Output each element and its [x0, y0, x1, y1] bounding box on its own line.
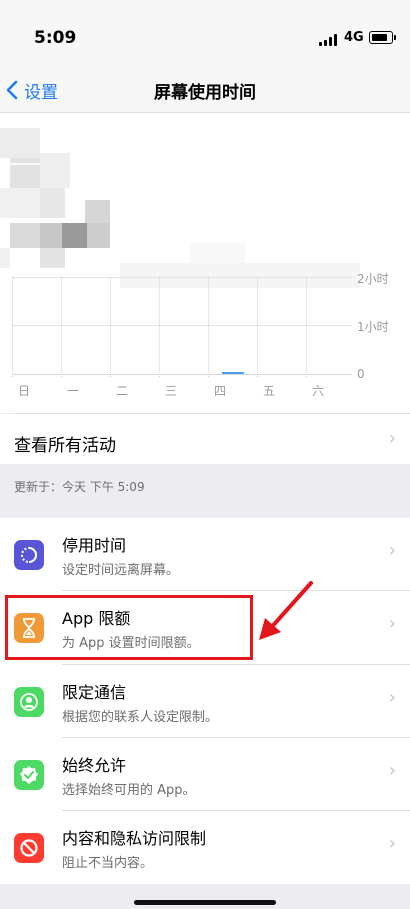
grid-line [61, 277, 63, 377]
grid-line [208, 277, 210, 377]
y-tick-label: 2小时 [357, 272, 389, 286]
cellular-signal-icon [319, 34, 339, 46]
usage-bar-thursday [222, 372, 244, 374]
downtime-row[interactable]: 停用时间 设定时间远离屏幕。 › [0, 518, 410, 591]
app-limits-row[interactable]: App 限额 为 App 设置时间限额。 › [0, 591, 410, 665]
communication-limits-row[interactable]: 限定通信 根据您的联系人设定限制。 › [0, 665, 410, 738]
communication-limits-subtitle: 根据您的联系人设定限制。 [62, 710, 219, 725]
grid-line [257, 277, 259, 377]
updated-timestamp: 更新于：今天 下午 5:09 [14, 480, 145, 494]
status-bar: 5:09 4G [0, 0, 410, 70]
navigation-bar: 设置 屏幕使用时间 [0, 70, 410, 113]
chevron-right-icon: › [388, 428, 396, 449]
x-tick-label: 二 [115, 384, 128, 398]
downtime-title: 停用时间 [62, 536, 127, 555]
downtime-subtitle: 设定时间远离屏幕。 [62, 563, 180, 578]
see-all-activity-row[interactable]: 查看所有活动 › [0, 414, 410, 464]
grid-line [12, 277, 14, 377]
chevron-right-icon: › [388, 613, 396, 634]
grid-line [159, 277, 161, 377]
grid-line [12, 325, 352, 326]
communication-limits-title: 限定通信 [62, 683, 127, 702]
chevron-right-icon: › [388, 687, 396, 708]
grid-line [12, 374, 352, 375]
always-allowed-row[interactable]: 始终允许 选择始终可用的 App。 › [0, 738, 410, 811]
person-circle-icon [14, 687, 44, 717]
always-allowed-title: 始终允许 [62, 756, 127, 775]
x-tick-label: 五 [262, 384, 275, 398]
content-privacy-subtitle: 阻止不当内容。 [62, 856, 154, 871]
x-tick-label: 日 [17, 384, 30, 398]
status-time: 5:09 [34, 28, 77, 48]
x-tick-label: 三 [164, 384, 177, 398]
app-limits-title: App 限额 [62, 609, 131, 628]
battery-icon [369, 31, 396, 44]
grid-line [110, 277, 112, 377]
chevron-right-icon: › [388, 540, 396, 561]
chevron-right-icon: › [388, 833, 396, 854]
x-tick-label: 一 [66, 384, 79, 398]
network-type: 4G [344, 30, 364, 45]
usage-chart [12, 277, 352, 377]
content-privacy-row[interactable]: 内容和隐私访问限制 阻止不当内容。 › [0, 811, 410, 884]
chevron-right-icon: › [388, 760, 396, 781]
see-all-activity-label: 查看所有活动 [14, 436, 116, 456]
downtime-icon [14, 540, 44, 570]
grid-line [12, 277, 352, 278]
hourglass-icon [14, 613, 44, 643]
page-title: 屏幕使用时间 [154, 83, 256, 103]
annotation-arrow-icon [259, 581, 313, 640]
y-tick-label: 0 [357, 367, 365, 381]
y-tick-label: 1小时 [357, 320, 389, 334]
no-entry-icon [14, 833, 44, 863]
content-privacy-title: 内容和隐私访问限制 [62, 829, 207, 848]
always-allowed-subtitle: 选择始终可用的 App。 [62, 783, 196, 798]
checkmark-badge-icon [14, 760, 44, 790]
grid-line [306, 277, 308, 377]
x-tick-label: 六 [311, 384, 324, 398]
app-limits-subtitle: 为 App 设置时间限额。 [62, 636, 200, 651]
x-tick-label: 四 [213, 384, 226, 398]
home-indicator [134, 900, 276, 905]
